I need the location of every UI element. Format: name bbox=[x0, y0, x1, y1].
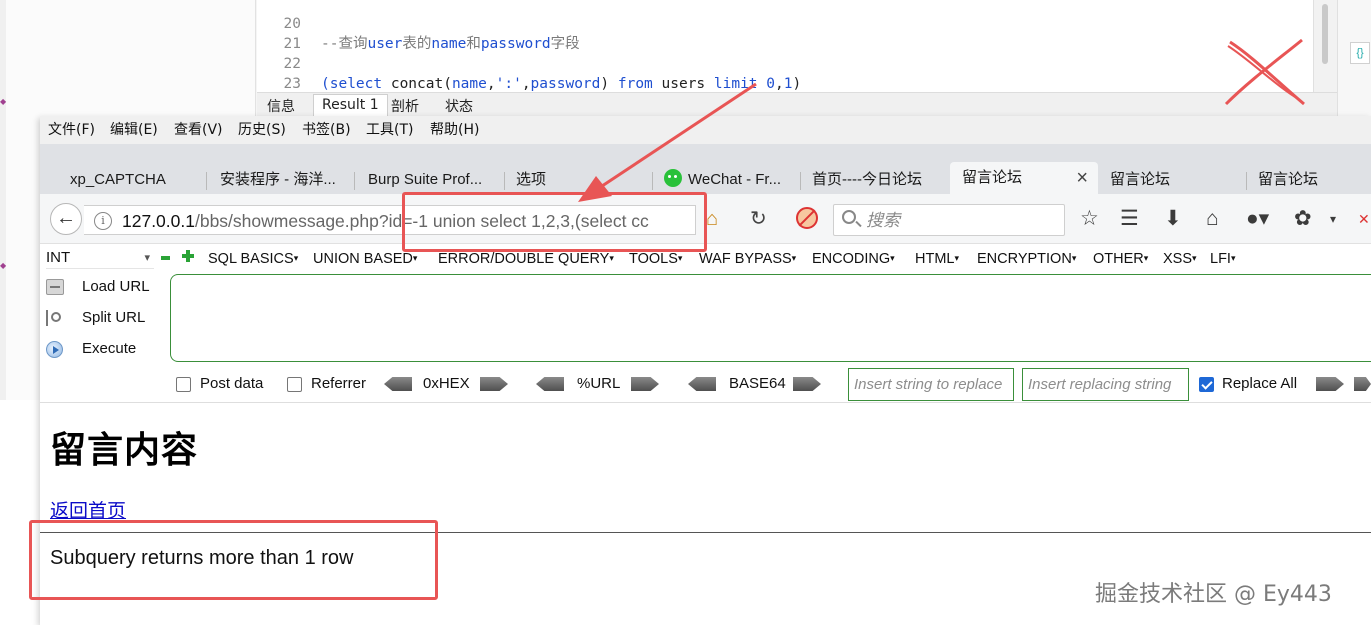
referrer-label: Referrer bbox=[311, 375, 367, 392]
tab-label: 留言论坛 bbox=[962, 169, 1023, 186]
hex-label: 0xHEX bbox=[423, 375, 470, 392]
menu-html[interactable]: HTML▾ bbox=[915, 249, 959, 268]
post-data-checkbox[interactable] bbox=[176, 377, 191, 392]
replacing-string-input[interactable]: Insert replacing string bbox=[1022, 368, 1189, 401]
palette-icon[interactable]: ✿ bbox=[1294, 206, 1312, 232]
menu-sql-basics[interactable]: SQL BASICS▾ bbox=[208, 249, 298, 268]
error-highlight-box bbox=[29, 520, 438, 600]
bookmark-star-icon[interactable]: ☆ bbox=[1080, 206, 1099, 232]
type-select[interactable]: INT ▾ bbox=[46, 247, 154, 269]
menu-help[interactable]: 帮助(H) bbox=[430, 121, 479, 139]
replace-all-checkbox[interactable] bbox=[1199, 377, 1214, 392]
load-url-button[interactable]: Load URL bbox=[46, 274, 166, 300]
search-icon bbox=[842, 210, 856, 224]
download-icon[interactable]: ⬇ bbox=[1164, 206, 1182, 232]
execute-button[interactable]: Execute bbox=[46, 336, 166, 362]
noscript-icon[interactable] bbox=[796, 207, 818, 229]
tab-burp-suite[interactable]: Burp Suite Prof... bbox=[368, 166, 508, 194]
menu-union-based[interactable]: UNION BASED▾ bbox=[313, 249, 417, 268]
code-line: 22 (select concat(name,':',password) fro… bbox=[283, 56, 802, 92]
back-button[interactable]: ← bbox=[50, 203, 82, 235]
increment-button[interactable] bbox=[182, 250, 194, 262]
decrement-button[interactable] bbox=[161, 256, 170, 260]
hackbar-actions: Load URL Split URL Execute bbox=[40, 272, 166, 366]
menu-edit[interactable]: 编辑(E) bbox=[110, 121, 158, 139]
code-line: 23 select * from messages where id=-1 un… bbox=[257, 54, 1282, 112]
menu-bookmarks[interactable]: 书签(B) bbox=[302, 121, 351, 139]
post-data-label: Post data bbox=[200, 375, 264, 392]
tab-message-forum[interactable]: 留言论坛 bbox=[1110, 166, 1240, 194]
menu-xss[interactable]: XSS▾ bbox=[1163, 249, 1197, 268]
overflow-menu-icon[interactable]: ▾ bbox=[1330, 206, 1336, 232]
editor-scrollbar[interactable] bbox=[1313, 0, 1337, 92]
menu-tools[interactable]: 工具(T) bbox=[366, 121, 413, 139]
referrer-checkbox[interactable] bbox=[287, 377, 302, 392]
scissors-icon bbox=[46, 310, 64, 326]
info-icon[interactable]: i bbox=[94, 212, 112, 230]
url-encode-arrow-icon[interactable] bbox=[631, 377, 659, 391]
url-decode-arrow-icon[interactable] bbox=[536, 377, 564, 391]
hackbar-url-textarea[interactable] bbox=[170, 274, 1371, 362]
tab-status[interactable]: 状态 bbox=[437, 97, 481, 117]
tab-message-forum[interactable]: 留言论坛 bbox=[1258, 166, 1368, 194]
extension-icon[interactable]: ✕ bbox=[1358, 206, 1370, 232]
code-line: 21 bbox=[283, 36, 301, 52]
hex-decode-arrow-icon[interactable] bbox=[384, 377, 412, 391]
chevron-down-icon: ▾ bbox=[144, 252, 150, 264]
tab-message-forum-active[interactable]: 留言论坛 × bbox=[950, 162, 1098, 194]
reader-list-icon[interactable]: ☰ bbox=[1120, 206, 1139, 232]
panel-marker-icon: ◆ bbox=[0, 97, 7, 106]
hex-encode-arrow-icon[interactable] bbox=[480, 377, 508, 391]
menu-history[interactable]: 历史(S) bbox=[238, 121, 286, 139]
hackbar-options: Post data Referrer 0xHEX %URL BASE64 Ins… bbox=[40, 368, 1371, 402]
result-tab-bar: 信息 Result 1 剖析 状态 bbox=[257, 92, 1337, 117]
url-label: %URL bbox=[577, 375, 621, 392]
tab-profile[interactable]: 剖析 bbox=[383, 97, 427, 117]
menu-view[interactable]: 查看(V) bbox=[174, 121, 223, 139]
panel-marker-icon: ◆ bbox=[0, 261, 7, 270]
json-icon[interactable]: {} bbox=[1350, 42, 1370, 64]
split-url-button[interactable]: Split URL bbox=[46, 305, 166, 331]
load-url-icon bbox=[46, 279, 64, 295]
play-icon bbox=[46, 341, 63, 358]
base64-label: BASE64 bbox=[729, 375, 786, 392]
back-home-link[interactable]: 返回首页 bbox=[50, 496, 126, 523]
tab-installer[interactable]: 安装程序 - 海洋... bbox=[220, 166, 360, 194]
menu-waf-bypass[interactable]: WAF BYPASS▾ bbox=[699, 249, 796, 268]
replace-arrow-icon[interactable] bbox=[1354, 377, 1371, 391]
menu-lfi[interactable]: LFI▾ bbox=[1210, 249, 1235, 268]
menu-encryption[interactable]: ENCRYPTION▾ bbox=[977, 249, 1076, 268]
search-input[interactable]: 搜索 bbox=[833, 204, 1065, 236]
menu-other[interactable]: OTHER▾ bbox=[1093, 249, 1148, 268]
code-line: 20 --查询user表的name和password字段 bbox=[283, 16, 580, 52]
code-editor[interactable]: 20 --查询user表的name和password字段 21 22 (sele… bbox=[257, 0, 1313, 112]
base64-encode-arrow-icon[interactable] bbox=[793, 377, 821, 391]
tab-info[interactable]: 信息 bbox=[259, 97, 303, 117]
annotation-arrow-icon bbox=[578, 82, 757, 202]
home-button-icon[interactable]: ⌂ bbox=[1206, 206, 1219, 232]
replace-string-input[interactable]: Insert string to replace bbox=[848, 368, 1014, 401]
close-tab-icon[interactable]: × bbox=[1076, 162, 1088, 194]
replace-all-label: Replace All bbox=[1222, 375, 1298, 392]
page-title: 留言内容 bbox=[50, 430, 199, 471]
tab-forum-home[interactable]: 首页----今日论坛 bbox=[812, 166, 952, 194]
strike-x-icon bbox=[1224, 38, 1305, 106]
menu-encoding[interactable]: ENCODING▾ bbox=[812, 249, 895, 268]
menu-file[interactable]: 文件(F) bbox=[48, 121, 95, 139]
tab-xp-captcha[interactable]: xp_CAPTCHA bbox=[70, 166, 200, 194]
tab-result-1[interactable]: Result 1 bbox=[313, 94, 388, 117]
replace-arrow-icon[interactable] bbox=[1316, 377, 1344, 391]
globe-icon[interactable]: ●▾ bbox=[1246, 206, 1269, 232]
watermark: 掘金技术社区 @ Ey443 bbox=[1095, 582, 1332, 607]
base64-decode-arrow-icon[interactable] bbox=[688, 377, 716, 391]
